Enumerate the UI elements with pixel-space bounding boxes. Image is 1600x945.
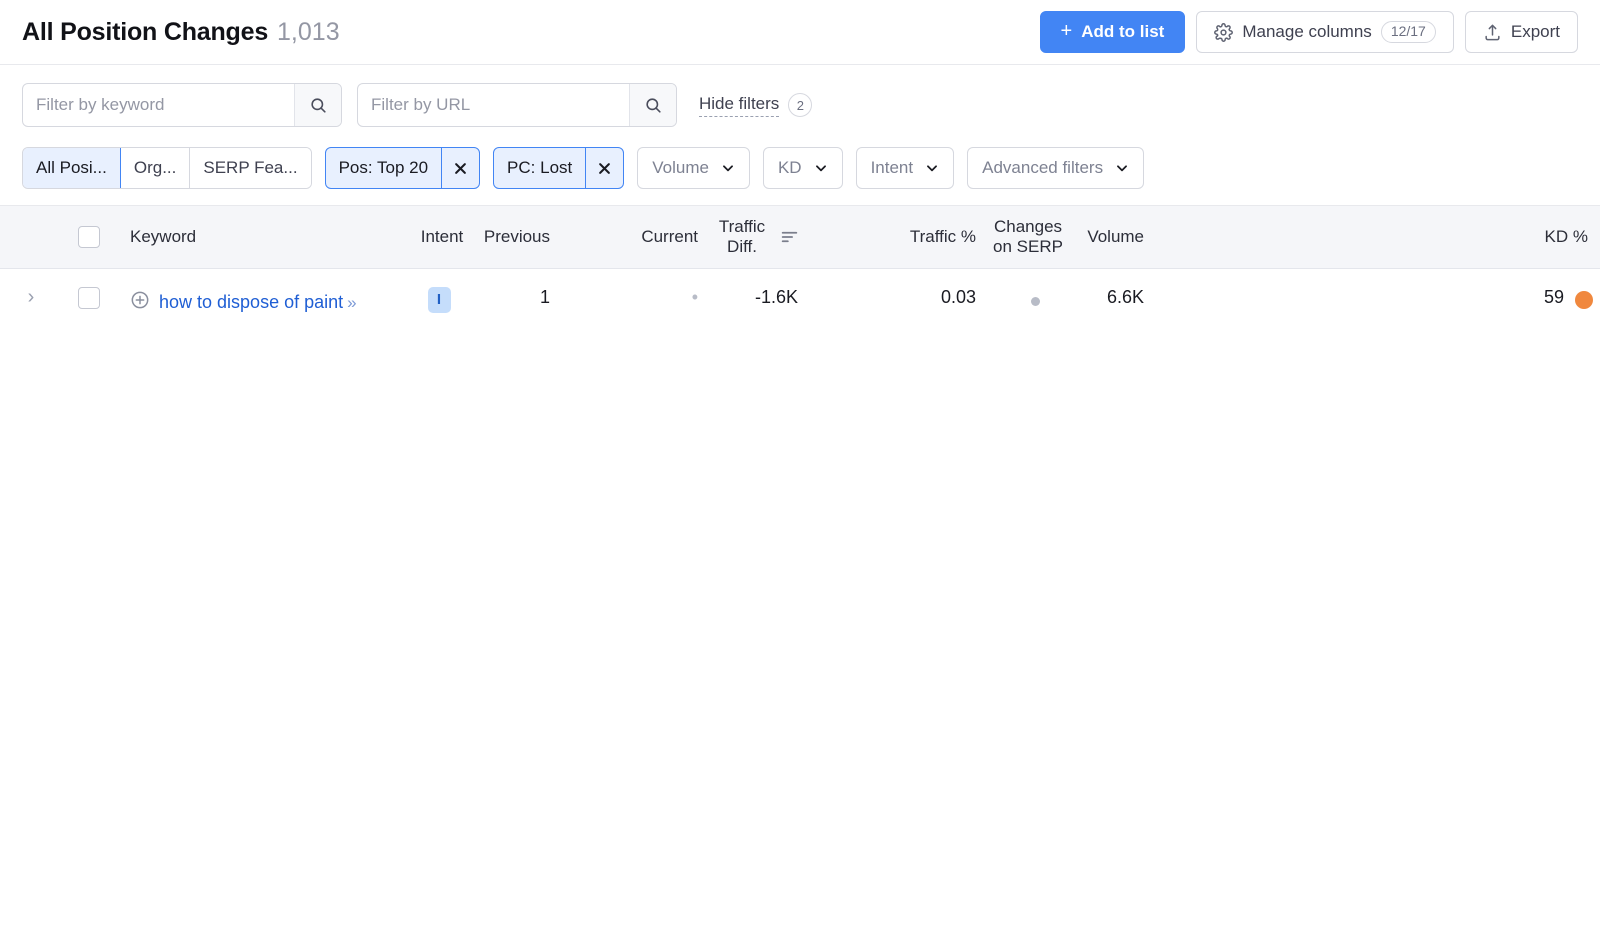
expand-all-header <box>0 206 62 269</box>
keyword-search-input[interactable] <box>23 84 294 126</box>
gear-icon <box>1214 22 1234 42</box>
close-icon[interactable] <box>585 148 623 188</box>
traffic-percent-cell: 0.03 <box>812 268 993 945</box>
keyword-cell: how to dispose of paint» <box>116 268 397 945</box>
table-body: › how to dispose of paint» I 1 • -1.6K 0… <box>0 268 1600 945</box>
position-type-segmented-control: All Posi... Org... SERP Fea... <box>22 147 312 189</box>
hide-filters-label[interactable]: Hide filters <box>699 94 780 117</box>
current-position-cell: • <box>560 268 713 945</box>
chevron-down-icon <box>721 161 735 175</box>
filter-chip-position: Pos: Top 20 <box>324 147 481 189</box>
kd-filter-dropdown[interactable]: KD <box>762 147 843 189</box>
column-header-volume[interactable]: Volume <box>1082 206 1161 269</box>
upload-icon <box>1483 23 1502 42</box>
chevron-down-icon <box>814 161 828 175</box>
column-header-previous-label: Previous <box>483 226 551 246</box>
header-actions: + Add to list Manage columns 12/17 Expor… <box>1039 11 1578 53</box>
url-filter <box>357 83 677 127</box>
manage-columns-label: Manage columns <box>1242 22 1372 41</box>
column-header-volume-label: Volume <box>1087 226 1145 246</box>
column-header-current-label: Current <box>641 226 699 246</box>
row-expand-cell: › <box>0 268 62 945</box>
kd-filter-label: KD <box>777 158 802 177</box>
column-header-kd[interactable]: KD % <box>1160 206 1600 269</box>
page-title-text: All Position Changes <box>22 17 269 46</box>
kd-difficulty-dot <box>1575 290 1594 309</box>
advanced-filters-dropdown[interactable]: Advanced filters <box>967 147 1145 189</box>
keyword-filter <box>22 83 342 127</box>
select-all-header <box>62 206 116 269</box>
segment-organic[interactable]: Org... <box>120 148 191 188</box>
traffic-diff-cell: -1.6K <box>712 268 813 945</box>
segment-all-positions[interactable]: All Posi... <box>23 148 121 188</box>
volume-filter-dropdown[interactable]: Volume <box>637 147 750 189</box>
page-title: All Position Changes 1,013 <box>22 18 340 47</box>
intent-cell: I <box>396 268 489 945</box>
column-header-keyword-label: Keyword <box>130 226 197 246</box>
column-header-previous[interactable]: Previous <box>484 206 561 269</box>
column-header-changes-on-serp[interactable]: Changes on SERP <box>992 206 1083 269</box>
close-icon[interactable] <box>441 148 479 188</box>
filter-chip-position-change-label[interactable]: PC: Lost <box>494 148 585 188</box>
table-header-row: Keyword Intent Previous Current Traffic … <box>0 206 1600 269</box>
add-to-list-label: Add to list <box>1081 22 1165 41</box>
table-header: Keyword Intent Previous Current Traffic … <box>0 206 1600 269</box>
hide-filters-control[interactable]: Hide filters 2 <box>699 93 813 117</box>
search-icon <box>309 96 328 115</box>
keyword-search-button[interactable] <box>294 84 341 126</box>
filter-chips-row: All Posi... Org... SERP Fea... Pos: Top … <box>22 147 1578 189</box>
column-header-traffic-pct[interactable]: Traffic % <box>812 206 993 269</box>
page-header: All Position Changes 1,013 + Add to list … <box>0 0 1600 65</box>
plus-circle-icon[interactable] <box>130 290 150 310</box>
intent-badge-informational[interactable]: I <box>427 286 451 313</box>
column-header-current[interactable]: Current <box>560 206 713 269</box>
filter-search-row: Hide filters 2 <box>22 83 1578 127</box>
double-chevron-icon[interactable]: » <box>347 293 357 312</box>
filter-chip-position-change: PC: Lost <box>493 147 625 189</box>
add-to-list-button[interactable]: + Add to list <box>1039 11 1186 53</box>
segment-serp-features[interactable]: SERP Fea... <box>190 148 311 188</box>
column-header-changes-on-serp-label: Changes on SERP <box>993 216 1063 256</box>
keyword-link[interactable]: how to dispose of paint <box>159 292 343 312</box>
manage-columns-button[interactable]: Manage columns 12/17 <box>1196 11 1454 53</box>
page-title-count: 1,013 <box>277 17 340 46</box>
advanced-filters-label: Advanced filters <box>982 158 1104 177</box>
select-all-checkbox[interactable] <box>78 225 100 248</box>
changes-on-serp-cell <box>992 268 1083 945</box>
column-header-intent-label: Intent <box>420 226 464 246</box>
table-row: › how to dispose of paint» I 1 • -1.6K 0… <box>0 268 1600 945</box>
plus-icon: + <box>1060 20 1073 42</box>
url-search-input[interactable] <box>358 84 629 126</box>
column-header-traffic-diff[interactable]: Traffic Diff. <box>712 206 813 269</box>
column-header-traffic-pct-label: Traffic % <box>909 226 977 246</box>
search-icon <box>644 96 663 115</box>
positions-table-wrap: Keyword Intent Previous Current Traffic … <box>0 206 1600 945</box>
column-header-kd-label: KD % <box>1544 226 1589 246</box>
volume-cell: 6.6K <box>1082 268 1161 945</box>
row-checkbox[interactable] <box>78 286 100 309</box>
filter-chip-position-label[interactable]: Pos: Top 20 <box>326 148 441 188</box>
sort-descending-icon <box>781 230 798 244</box>
chevron-down-icon <box>925 161 939 175</box>
chevron-down-icon <box>1115 161 1129 175</box>
hide-filters-count: 2 <box>788 93 813 117</box>
positions-table: Keyword Intent Previous Current Traffic … <box>0 206 1600 945</box>
url-search-button[interactable] <box>629 84 676 126</box>
previous-position-cell: 1 <box>488 268 561 945</box>
column-header-traffic-diff-label: Traffic Diff. <box>718 216 766 256</box>
volume-filter-label: Volume <box>652 158 709 177</box>
row-select-cell <box>62 268 116 945</box>
column-header-keyword[interactable]: Keyword <box>116 206 397 269</box>
export-label: Export <box>1510 22 1560 41</box>
column-header-intent[interactable]: Intent <box>396 206 489 269</box>
kd-cell: 59 <box>1160 268 1600 945</box>
intent-filter-dropdown[interactable]: Intent <box>855 147 955 189</box>
chevron-right-icon[interactable]: › <box>28 286 35 308</box>
intent-filter-label: Intent <box>870 158 914 177</box>
serp-change-dot <box>1031 297 1041 307</box>
manage-columns-badge: 12/17 <box>1380 21 1436 43</box>
export-button[interactable]: Export <box>1464 11 1578 53</box>
kd-value: 59 <box>1543 286 1565 307</box>
filter-bar: Hide filters 2 All Posi... Org... SERP F… <box>0 65 1600 206</box>
